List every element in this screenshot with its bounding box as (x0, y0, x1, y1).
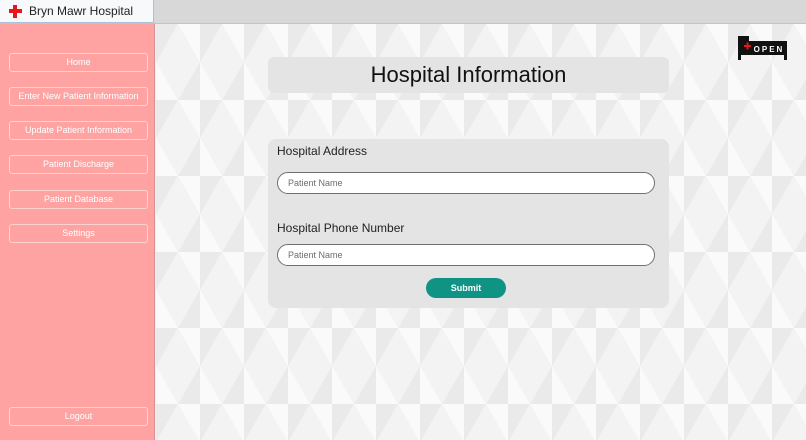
app-window-tab[interactable]: Bryn Mawr Hospital (0, 0, 154, 23)
sidebar-item-home[interactable]: Home (9, 53, 148, 72)
logout-button[interactable]: Logout (9, 407, 148, 426)
page-title: Hospital Information (370, 62, 567, 87)
submit-button[interactable]: Submit (426, 278, 506, 298)
hospital-phone-label: Hospital Phone Number (277, 221, 405, 235)
hospital-address-label: Hospital Address (277, 144, 368, 158)
sidebar-item-patient-discharge[interactable]: Patient Discharge (9, 155, 148, 174)
red-cross-icon (9, 4, 22, 18)
hospital-phone-input[interactable] (277, 244, 655, 266)
sidebar-item-update-patient[interactable]: Update Patient Information (9, 121, 148, 140)
open-sign-icon: OPEN (738, 36, 787, 60)
hospital-address-input[interactable] (277, 172, 655, 194)
sidebar-item-patient-database[interactable]: Patient Database (9, 190, 148, 209)
sidebar-item-settings[interactable]: Settings (9, 224, 148, 243)
page-title-box: Hospital Information (268, 57, 669, 93)
window-title: Bryn Mawr Hospital (29, 4, 134, 18)
open-logo-text: OPEN (754, 45, 785, 54)
sidebar: Home Enter New Patient Information Updat… (0, 24, 155, 440)
sidebar-item-enter-new-patient[interactable]: Enter New Patient Information (9, 87, 148, 106)
